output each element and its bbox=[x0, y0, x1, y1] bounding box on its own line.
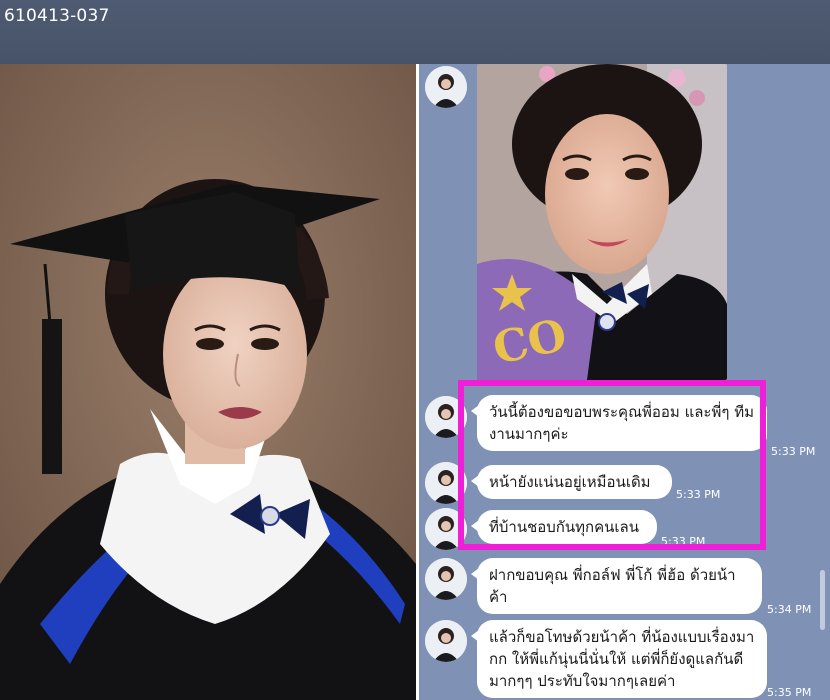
graduation-portrait-photo bbox=[0, 64, 416, 700]
page-title: 610413-037 bbox=[4, 6, 110, 26]
message-timestamp: 5:35 PM bbox=[767, 686, 812, 699]
message-text: แล้วก็ขอโทษด้วยน้าค้า ที่น้องแบบเรื่องมา… bbox=[489, 628, 755, 690]
chat-message-bubble[interactable]: แล้วก็ขอโทษด้วยน้าค้า ที่น้องแบบเรื่องมา… bbox=[471, 620, 767, 698]
message-timestamp: 5:33 PM bbox=[771, 445, 816, 458]
message-text: ฝากขอบคุณ พี่กอล์ฟ พี่โก้ พี่ฮ้อ ด้วยน้า… bbox=[489, 566, 736, 606]
highlight-box bbox=[458, 380, 766, 550]
chat-photo-message[interactable]: CO bbox=[477, 64, 727, 380]
sender-avatar[interactable] bbox=[425, 558, 467, 600]
sender-avatar[interactable] bbox=[425, 620, 467, 662]
chat-message-bubble[interactable]: ฝากขอบคุณ พี่กอล์ฟ พี่โก้ พี่ฮ้อ ด้วยน้า… bbox=[471, 558, 762, 614]
sender-avatar[interactable] bbox=[425, 66, 467, 108]
chat-scrollbar[interactable] bbox=[820, 570, 825, 630]
title-bar: 610413-037 bbox=[0, 0, 830, 64]
message-timestamp: 5:34 PM bbox=[767, 603, 812, 616]
